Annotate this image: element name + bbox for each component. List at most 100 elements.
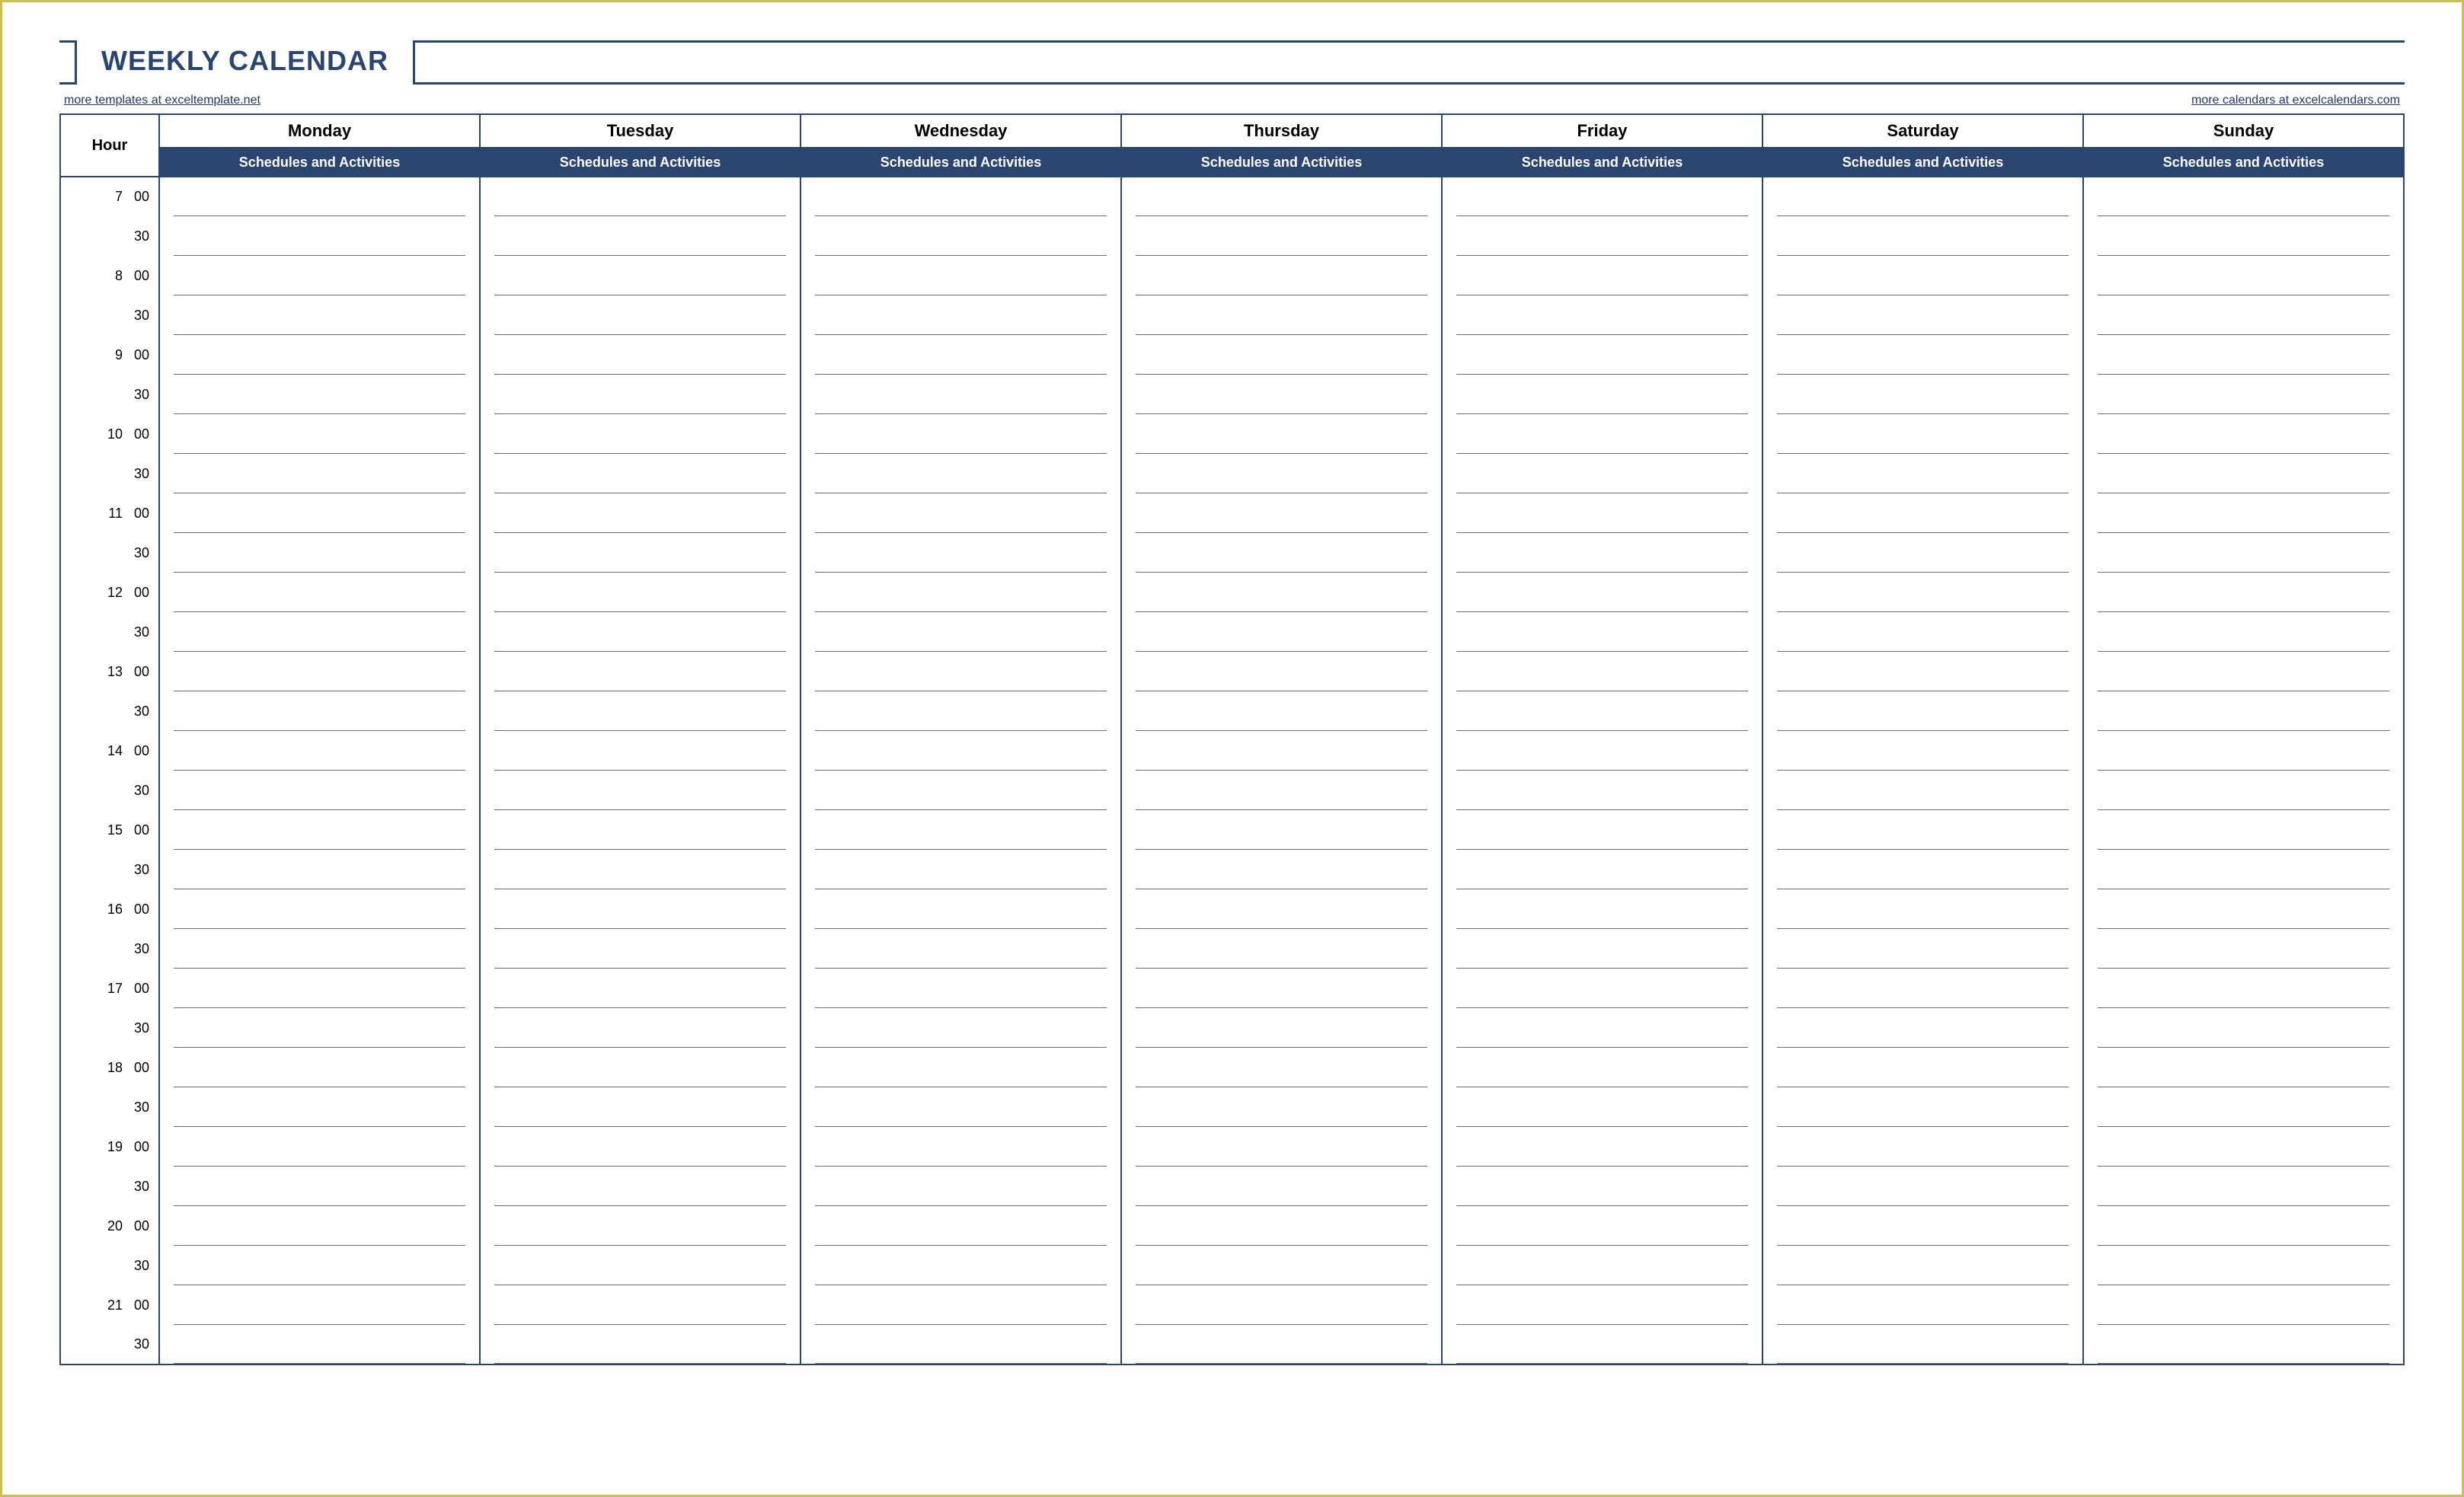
schedule-slot[interactable] <box>1763 889 2083 929</box>
schedule-slot[interactable] <box>1442 1167 1763 1206</box>
schedule-slot[interactable] <box>159 1206 480 1246</box>
schedule-slot[interactable] <box>1763 1246 2083 1285</box>
schedule-slot[interactable] <box>2083 1206 2404 1246</box>
schedule-slot[interactable] <box>480 375 801 414</box>
schedule-slot[interactable] <box>1763 1206 2083 1246</box>
schedule-slot[interactable] <box>2083 652 2404 691</box>
schedule-slot[interactable] <box>1121 295 1442 335</box>
schedule-slot[interactable] <box>1763 1048 2083 1087</box>
schedule-slot[interactable] <box>1121 216 1442 256</box>
schedule-slot[interactable] <box>801 731 1121 771</box>
schedule-slot[interactable] <box>801 256 1121 295</box>
schedule-slot[interactable] <box>2083 573 2404 612</box>
schedule-slot[interactable] <box>159 1127 480 1167</box>
schedule-slot[interactable] <box>480 335 801 375</box>
schedule-slot[interactable] <box>159 1008 480 1048</box>
schedule-slot[interactable] <box>159 414 480 454</box>
schedule-slot[interactable] <box>480 1167 801 1206</box>
schedule-slot[interactable] <box>2083 454 2404 493</box>
schedule-slot[interactable] <box>2083 216 2404 256</box>
schedule-slot[interactable] <box>1442 335 1763 375</box>
schedule-slot[interactable] <box>480 573 801 612</box>
schedule-slot[interactable] <box>2083 1127 2404 1167</box>
schedule-slot[interactable] <box>1763 493 2083 533</box>
schedule-slot[interactable] <box>1121 731 1442 771</box>
schedule-slot[interactable] <box>1121 929 1442 969</box>
schedule-slot[interactable] <box>1763 177 2083 216</box>
schedule-slot[interactable] <box>480 493 801 533</box>
schedule-slot[interactable] <box>801 929 1121 969</box>
schedule-slot[interactable] <box>1121 889 1442 929</box>
schedule-slot[interactable] <box>480 1285 801 1325</box>
schedule-slot[interactable] <box>801 1285 1121 1325</box>
schedule-slot[interactable] <box>1442 216 1763 256</box>
schedule-slot[interactable] <box>480 1008 801 1048</box>
schedule-slot[interactable] <box>1442 850 1763 889</box>
schedule-slot[interactable] <box>480 771 801 810</box>
schedule-slot[interactable] <box>1442 969 1763 1008</box>
schedule-slot[interactable] <box>801 771 1121 810</box>
schedule-slot[interactable] <box>159 573 480 612</box>
schedule-slot[interactable] <box>1763 375 2083 414</box>
schedule-slot[interactable] <box>1763 691 2083 731</box>
schedule-slot[interactable] <box>480 969 801 1008</box>
schedule-slot[interactable] <box>801 414 1121 454</box>
schedule-slot[interactable] <box>1763 256 2083 295</box>
schedule-slot[interactable] <box>1442 1325 1763 1365</box>
schedule-slot[interactable] <box>2083 335 2404 375</box>
schedule-slot[interactable] <box>480 1325 801 1365</box>
schedule-slot[interactable] <box>801 1087 1121 1127</box>
schedule-slot[interactable] <box>801 612 1121 652</box>
schedule-slot[interactable] <box>480 216 801 256</box>
schedule-slot[interactable] <box>1763 850 2083 889</box>
schedule-slot[interactable] <box>480 889 801 929</box>
schedule-slot[interactable] <box>1442 493 1763 533</box>
schedule-slot[interactable] <box>159 889 480 929</box>
schedule-slot[interactable] <box>2083 731 2404 771</box>
schedule-slot[interactable] <box>1763 295 2083 335</box>
schedule-slot[interactable] <box>159 612 480 652</box>
schedule-slot[interactable] <box>1442 533 1763 573</box>
schedule-slot[interactable] <box>480 1246 801 1285</box>
schedule-slot[interactable] <box>1763 216 2083 256</box>
schedule-slot[interactable] <box>801 1008 1121 1048</box>
schedule-slot[interactable] <box>1763 1325 2083 1365</box>
schedule-slot[interactable] <box>1121 493 1442 533</box>
schedule-slot[interactable] <box>1763 810 2083 850</box>
schedule-slot[interactable] <box>2083 414 2404 454</box>
schedule-slot[interactable] <box>1763 652 2083 691</box>
schedule-slot[interactable] <box>1763 414 2083 454</box>
schedule-slot[interactable] <box>801 889 1121 929</box>
schedule-slot[interactable] <box>2083 533 2404 573</box>
schedule-slot[interactable] <box>801 573 1121 612</box>
schedule-slot[interactable] <box>2083 771 2404 810</box>
schedule-slot[interactable] <box>801 533 1121 573</box>
schedule-slot[interactable] <box>1763 969 2083 1008</box>
schedule-slot[interactable] <box>480 850 801 889</box>
schedule-slot[interactable] <box>1442 771 1763 810</box>
schedule-slot[interactable] <box>2083 1285 2404 1325</box>
schedule-slot[interactable] <box>1442 177 1763 216</box>
schedule-slot[interactable] <box>2083 1087 2404 1127</box>
schedule-slot[interactable] <box>159 295 480 335</box>
schedule-slot[interactable] <box>480 929 801 969</box>
schedule-slot[interactable] <box>1121 1127 1442 1167</box>
schedule-slot[interactable] <box>1442 1206 1763 1246</box>
schedule-slot[interactable] <box>159 1246 480 1285</box>
schedule-slot[interactable] <box>159 335 480 375</box>
schedule-slot[interactable] <box>1763 1167 2083 1206</box>
schedule-slot[interactable] <box>480 256 801 295</box>
schedule-slot[interactable] <box>1121 652 1442 691</box>
schedule-slot[interactable] <box>801 1127 1121 1167</box>
schedule-slot[interactable] <box>801 969 1121 1008</box>
schedule-slot[interactable] <box>1763 771 2083 810</box>
schedule-slot[interactable] <box>1121 1087 1442 1127</box>
schedule-slot[interactable] <box>480 1206 801 1246</box>
schedule-slot[interactable] <box>801 375 1121 414</box>
more-calendars-link[interactable]: more calendars at excelcalendars.com <box>2191 94 2400 107</box>
schedule-slot[interactable] <box>2083 1048 2404 1087</box>
schedule-slot[interactable] <box>1121 533 1442 573</box>
schedule-slot[interactable] <box>1121 771 1442 810</box>
schedule-slot[interactable] <box>159 1048 480 1087</box>
schedule-slot[interactable] <box>801 335 1121 375</box>
